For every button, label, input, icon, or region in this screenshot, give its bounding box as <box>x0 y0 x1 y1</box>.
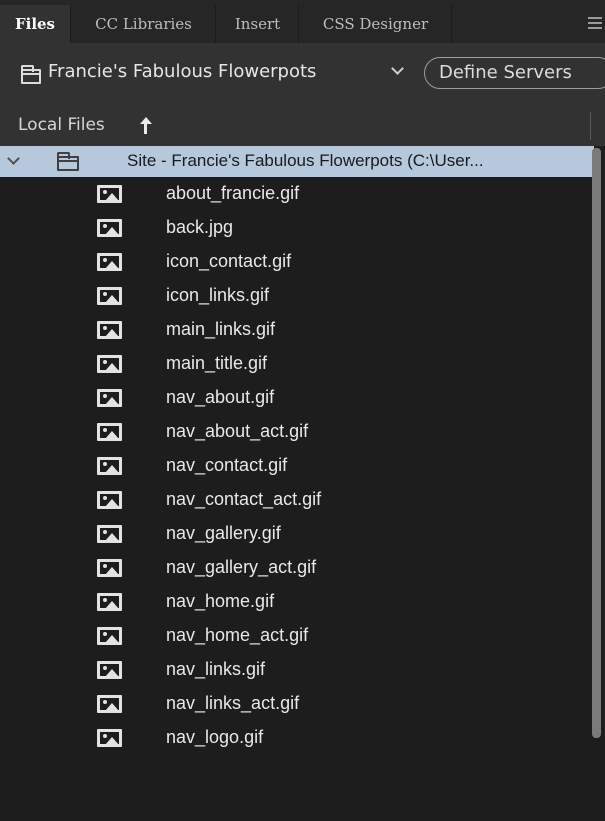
file-tree: Site - Francie's Fabulous Flowerpots (C:… <box>0 146 605 821</box>
site-dropdown[interactable]: Francie's Fabulous Flowerpots <box>18 56 414 90</box>
file-row[interactable]: icon_contact.gif <box>0 245 594 279</box>
site-root-label: Site - Francie's Fabulous Flowerpots (C:… <box>127 151 484 170</box>
image-file-icon <box>97 457 122 475</box>
file-row[interactable]: icon_links.gif <box>0 279 594 313</box>
file-row[interactable]: nav_about.gif <box>0 381 594 415</box>
image-file-icon <box>97 491 122 509</box>
file-name: back.jpg <box>166 217 234 237</box>
file-name: about_francie.gif <box>166 183 300 203</box>
chevron-down-icon <box>391 62 404 75</box>
panel-menu-icon[interactable] <box>588 17 602 29</box>
file-row[interactable]: nav_contact_act.gif <box>0 483 594 517</box>
file-row[interactable]: nav_logo.gif <box>0 721 594 755</box>
file-row[interactable]: nav_contact.gif <box>0 449 594 483</box>
local-files-title[interactable]: Local Files <box>18 115 105 135</box>
arrow-up-icon[interactable] <box>140 117 152 134</box>
image-file-icon <box>97 695 122 713</box>
image-file-icon <box>97 185 122 203</box>
file-name: nav_home.gif <box>166 591 275 611</box>
file-name: nav_gallery.gif <box>166 523 281 543</box>
image-file-icon <box>97 627 122 645</box>
file-name: nav_gallery_act.gif <box>166 557 317 577</box>
folder-icon <box>21 65 41 84</box>
tab-files[interactable]: Files <box>0 5 71 43</box>
scrollbar-thumb[interactable] <box>592 148 601 738</box>
image-file-icon <box>97 593 122 611</box>
site-root-row[interactable]: Site - Francie's Fabulous Flowerpots (C:… <box>0 146 594 177</box>
file-row[interactable]: main_links.gif <box>0 313 594 347</box>
tab-cc-libraries[interactable]: CC Libraries <box>72 5 216 43</box>
file-row[interactable]: main_title.gif <box>0 347 594 381</box>
file-name: nav_contact_act.gif <box>166 489 322 509</box>
image-file-icon <box>97 661 122 679</box>
local-files-header: Local Files <box>0 106 605 146</box>
image-file-icon <box>97 253 122 271</box>
file-row[interactable]: back.jpg <box>0 211 594 245</box>
file-row[interactable]: nav_gallery_act.gif <box>0 551 594 585</box>
file-name: nav_contact.gif <box>166 455 288 475</box>
file-row[interactable]: nav_links.gif <box>0 653 594 687</box>
file-row[interactable]: nav_home.gif <box>0 585 594 619</box>
file-name: icon_links.gif <box>166 285 270 305</box>
image-file-icon <box>97 729 122 747</box>
file-name: nav_links.gif <box>166 659 266 679</box>
site-dropdown-label: Francie's Fabulous Flowerpots <box>48 61 317 82</box>
site-toolbar: Francie's Fabulous Flowerpots Define Ser… <box>0 43 605 105</box>
image-file-icon <box>97 389 122 407</box>
file-list: about_francie.gif back.jpg icon_contact.gi… <box>0 177 594 755</box>
file-row[interactable]: nav_gallery.gif <box>0 517 594 551</box>
file-row[interactable]: about_francie.gif <box>0 177 594 211</box>
file-name: main_title.gif <box>166 353 268 373</box>
file-row[interactable]: nav_about_act.gif <box>0 415 594 449</box>
column-divider[interactable] <box>590 112 591 140</box>
file-row[interactable]: nav_links_act.gif <box>0 687 594 721</box>
file-name: nav_home_act.gif <box>166 625 309 645</box>
image-file-icon <box>97 559 122 577</box>
tab-css-designer[interactable]: CSS Designer <box>300 5 452 43</box>
file-name: main_links.gif <box>166 319 276 339</box>
define-servers-button[interactable]: Define Servers <box>424 57 605 89</box>
image-file-icon <box>97 219 122 237</box>
file-name: icon_contact.gif <box>166 251 292 271</box>
chevron-down-icon[interactable] <box>7 152 20 165</box>
file-row[interactable]: nav_home_act.gif <box>0 619 594 653</box>
file-name: nav_about_act.gif <box>166 421 309 441</box>
tab-insert[interactable]: Insert <box>217 5 299 43</box>
panel-tab-bar: Files CC Libraries Insert CSS Designer <box>0 0 605 43</box>
file-name: nav_logo.gif <box>166 727 264 747</box>
image-file-icon <box>97 355 122 373</box>
file-name: nav_about.gif <box>166 387 275 407</box>
folder-icon <box>57 152 79 171</box>
define-servers-label: Define Servers <box>439 62 572 83</box>
image-file-icon <box>97 423 122 441</box>
image-file-icon <box>97 525 122 543</box>
image-file-icon <box>97 321 122 339</box>
file-name: nav_links_act.gif <box>166 693 300 713</box>
image-file-icon <box>97 287 122 305</box>
